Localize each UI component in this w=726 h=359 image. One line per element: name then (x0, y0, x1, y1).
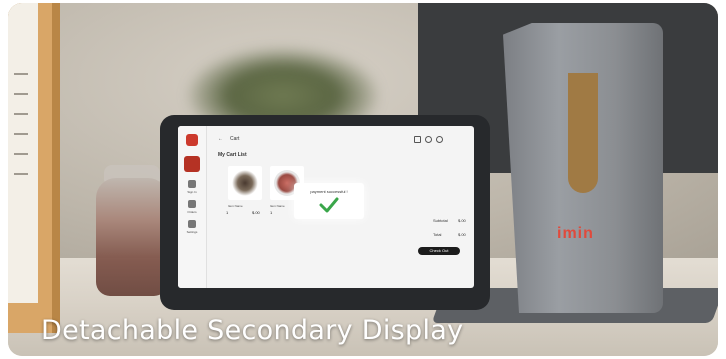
cart-icon[interactable] (414, 136, 421, 143)
item-name: Item Name (228, 204, 243, 208)
total-value: $.00 (458, 232, 466, 237)
paper-line (14, 133, 28, 135)
stand-slot (568, 73, 598, 193)
item-qty[interactable]: 1 (270, 210, 272, 215)
cart-list-title: My Cart List (218, 152, 247, 158)
item-name: Item Name (270, 204, 285, 208)
subtotal-value: $.00 (458, 218, 466, 223)
sidebar-item-active[interactable] (184, 156, 200, 172)
jar (96, 178, 168, 296)
total-label: Total (433, 232, 442, 237)
modal-message: payment successful ! (310, 189, 348, 194)
item-qty[interactable]: 1 (226, 210, 228, 215)
paper-line (14, 173, 28, 175)
item-price: $.00 (252, 210, 260, 215)
picture-frame (8, 3, 60, 333)
brand-logo: imin (557, 225, 594, 242)
paper-line (14, 93, 28, 95)
checkout-button[interactable]: Check Out (418, 247, 460, 255)
cart-item[interactable] (228, 166, 262, 200)
header-title: Cart (230, 136, 240, 142)
settings-icon[interactable] (188, 220, 196, 228)
check-icon (319, 197, 339, 213)
paper-line (14, 153, 28, 155)
item-image (232, 170, 258, 196)
orders-icon[interactable] (188, 200, 196, 208)
user-icon[interactable] (436, 136, 443, 143)
app-logo (186, 134, 198, 146)
search-icon[interactable] (425, 136, 432, 143)
picture-frame-paper (8, 3, 38, 303)
arrow-left-icon[interactable]: ← (218, 136, 223, 142)
sidebar-label: Sign In (187, 190, 197, 194)
user-icon[interactable] (188, 180, 196, 188)
subtotal-label: Subtotal (433, 218, 448, 223)
paper-line (14, 113, 28, 115)
caption-title: Detachable Secondary Display (41, 315, 464, 346)
sidebar-label: Orders (187, 210, 197, 214)
tablet-screen: Sign In Orders Settings ← Cart My Cart L… (178, 126, 474, 288)
paper-line (14, 73, 28, 75)
sidebar-label: Settings (186, 230, 198, 234)
sidebar: Sign In Orders Settings (178, 126, 207, 288)
payment-success-modal: payment successful ! (294, 183, 364, 219)
product-photo: imin Sign In Orders Settings ← Cart My C… (8, 3, 718, 356)
